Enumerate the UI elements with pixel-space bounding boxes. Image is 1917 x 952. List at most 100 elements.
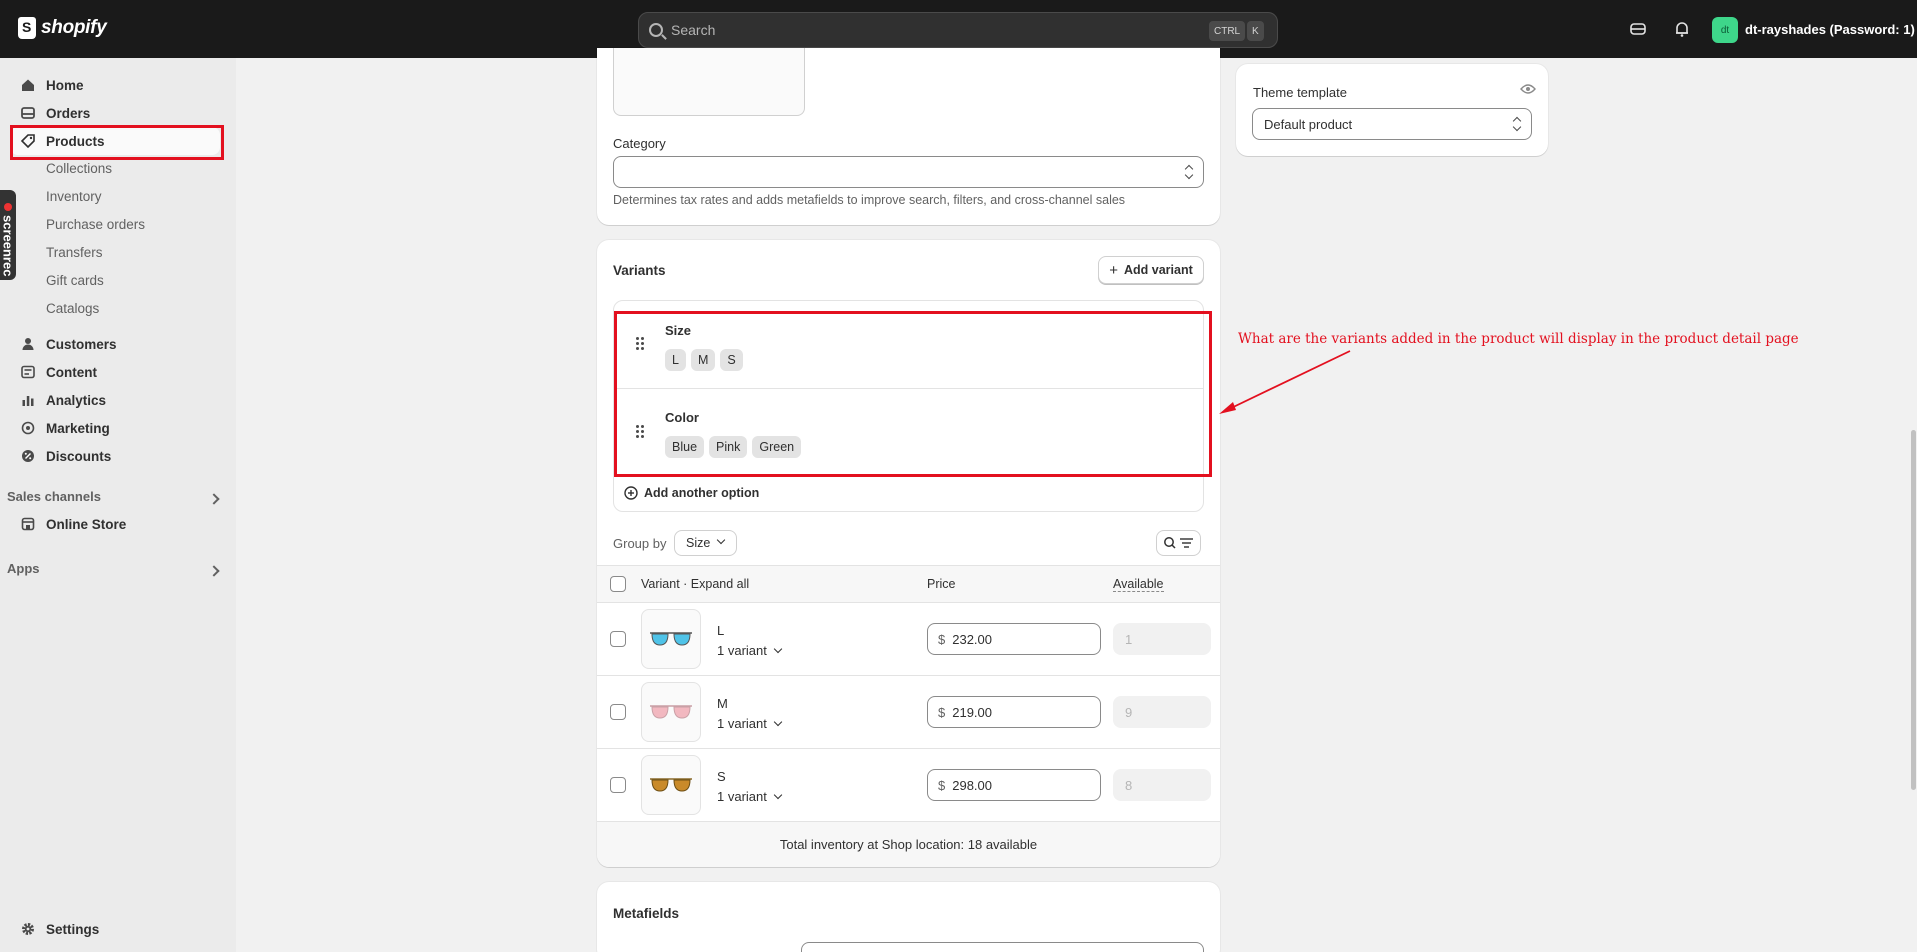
group-by-value: Size <box>686 536 711 550</box>
sidebar-subitem-transfers[interactable]: Transfers <box>46 245 103 260</box>
variant-name: S <box>717 769 726 784</box>
search-icon <box>649 23 663 37</box>
chevron-down-icon <box>773 790 783 800</box>
metafields-card: Metafields <box>597 882 1220 952</box>
plus-circle-icon <box>624 486 638 500</box>
sidebar-item-label: Customers <box>46 336 117 352</box>
sidebar-item-marketing[interactable]: Marketing <box>10 414 220 442</box>
variant-count-toggle[interactable]: 1 variant <box>717 643 783 658</box>
logo-text: shopify <box>41 17 107 38</box>
available-column-header[interactable]: Available <box>1113 577 1164 592</box>
sales-channels-chevron-icon[interactable] <box>208 493 220 505</box>
shopify-logo[interactable]: shopify <box>18 17 107 39</box>
sidebar-item-label: Online Store <box>46 516 127 532</box>
variant-thumbnail[interactable] <box>641 609 701 669</box>
sunglasses-icon <box>650 632 692 646</box>
sidebar-item-content[interactable]: Content <box>10 358 220 386</box>
add-another-option-label: Add another option <box>644 486 760 500</box>
sidebar-item-online-store[interactable]: Online Store <box>10 510 220 538</box>
sunglasses-icon <box>650 778 692 792</box>
variant-column-header: Variant · Expand all <box>641 577 750 591</box>
category-help-text: Determines tax rates and adds metafields… <box>613 193 1126 207</box>
variants-title: Variants <box>613 263 666 278</box>
variant-count: 1 variant <box>717 643 767 658</box>
sales-channels-heading[interactable]: Sales channels <box>7 489 101 504</box>
row-checkbox[interactable] <box>610 704 626 720</box>
product-details-card: Category Determines tax rates and adds m… <box>597 48 1220 225</box>
variant-name: L <box>717 623 725 638</box>
variant-count: 1 variant <box>717 716 767 731</box>
total-inventory-text: Total inventory at Shop location: 18 ava… <box>779 837 1038 852</box>
group-by-label: Group by <box>613 536 667 551</box>
sidebar-item-label: Discounts <box>46 448 112 464</box>
price-input[interactable]: $298.00 <box>927 769 1101 801</box>
theme-template-label: Theme template <box>1253 85 1347 100</box>
sidebar-item-discounts[interactable]: Discounts <box>10 442 220 470</box>
variant-count: 1 variant <box>717 789 767 804</box>
person-icon <box>20 336 36 352</box>
group-by-select[interactable]: Size <box>674 530 737 556</box>
available-input: 1 <box>1113 623 1211 655</box>
theme-template-select[interactable]: Default product <box>1252 108 1532 140</box>
search-filter-button[interactable] <box>1156 530 1201 556</box>
variant-thumbnail[interactable] <box>641 682 701 742</box>
sidebar-subitem-collections[interactable]: Collections <box>46 161 112 176</box>
plus-icon: + <box>1109 261 1118 279</box>
sidebar-subitem-purchase-orders[interactable]: Purchase orders <box>46 217 145 232</box>
page-scrollbar[interactable] <box>1911 430 1916 790</box>
search-bar[interactable]: Search CTRL K <box>638 12 1278 48</box>
sidebar-item-orders[interactable]: Orders <box>10 99 220 127</box>
variant-thumbnail[interactable] <box>641 755 701 815</box>
chevron-down-icon <box>717 535 726 545</box>
shortcut-k-key: K <box>1247 21 1264 41</box>
add-variant-button[interactable]: + Add variant <box>1098 256 1204 284</box>
bell-icon[interactable] <box>1673 20 1691 38</box>
sidebar-item-home[interactable]: Home <box>10 71 220 99</box>
eye-icon[interactable] <box>1520 83 1536 98</box>
variant-name: M <box>717 696 728 711</box>
sidebar-item-customers[interactable]: Customers <box>10 330 220 358</box>
variant-count-toggle[interactable]: 1 variant <box>717 716 783 731</box>
sidebar-item-settings[interactable]: Settings <box>10 915 220 943</box>
metafield-input[interactable] <box>801 942 1204 952</box>
screenrec-widget[interactable]: screenrec <box>0 190 16 280</box>
add-another-option-button[interactable]: Add another option <box>624 486 759 500</box>
chart-icon <box>20 392 36 408</box>
available-value: 9 <box>1125 704 1133 720</box>
store-name[interactable]: dt-rayshades (Password: 1) <box>1745 22 1915 37</box>
row-checkbox[interactable] <box>610 777 626 793</box>
sidebar: Home Orders Products Collections Invento… <box>0 58 236 952</box>
row-checkbox[interactable] <box>610 631 626 647</box>
content-icon <box>20 364 36 380</box>
table-row[interactable]: L 1 variant $232.00 1 <box>597 603 1220 676</box>
select-all-checkbox[interactable] <box>610 576 626 592</box>
sidebar-item-analytics[interactable]: Analytics <box>10 386 220 414</box>
price-value: 298.00 <box>952 777 992 793</box>
apps-heading[interactable]: Apps <box>7 561 40 576</box>
expand-all-link[interactable]: Expand all <box>691 577 749 591</box>
sidebar-subitem-catalogs[interactable]: Catalogs <box>46 301 99 316</box>
sidebar-subitem-inventory[interactable]: Inventory <box>46 189 102 204</box>
variant-count-toggle[interactable]: 1 variant <box>717 789 783 804</box>
chevron-down-icon <box>773 717 783 727</box>
metafields-title: Metafields <box>613 906 680 921</box>
sidebar-item-label: Marketing <box>46 420 110 436</box>
apps-chevron-icon[interactable] <box>208 565 220 577</box>
annotation-text: What are the variants added in the produ… <box>1238 331 1799 347</box>
sidebar-item-label: Settings <box>46 921 100 937</box>
media-dropzone[interactable] <box>613 48 805 116</box>
price-input[interactable]: $219.00 <box>927 696 1101 728</box>
sidebar-item-label: Content <box>46 364 97 380</box>
price-column-header: Price <box>927 577 956 591</box>
sidebar-subitem-gift-cards[interactable]: Gift cards <box>46 273 104 288</box>
table-row[interactable]: S 1 variant $298.00 8 <box>597 749 1220 822</box>
avatar[interactable]: dt <box>1712 17 1738 43</box>
category-select[interactable] <box>613 156 1204 188</box>
price-value: 232.00 <box>952 631 992 647</box>
add-variant-label: Add variant <box>1124 263 1193 277</box>
table-row[interactable]: M 1 variant $219.00 9 <box>597 676 1220 749</box>
search-filter-icon <box>1163 537 1193 549</box>
price-input[interactable]: $232.00 <box>927 623 1101 655</box>
store-icon[interactable] <box>1629 20 1647 38</box>
variants-highlight-box <box>614 311 1212 477</box>
